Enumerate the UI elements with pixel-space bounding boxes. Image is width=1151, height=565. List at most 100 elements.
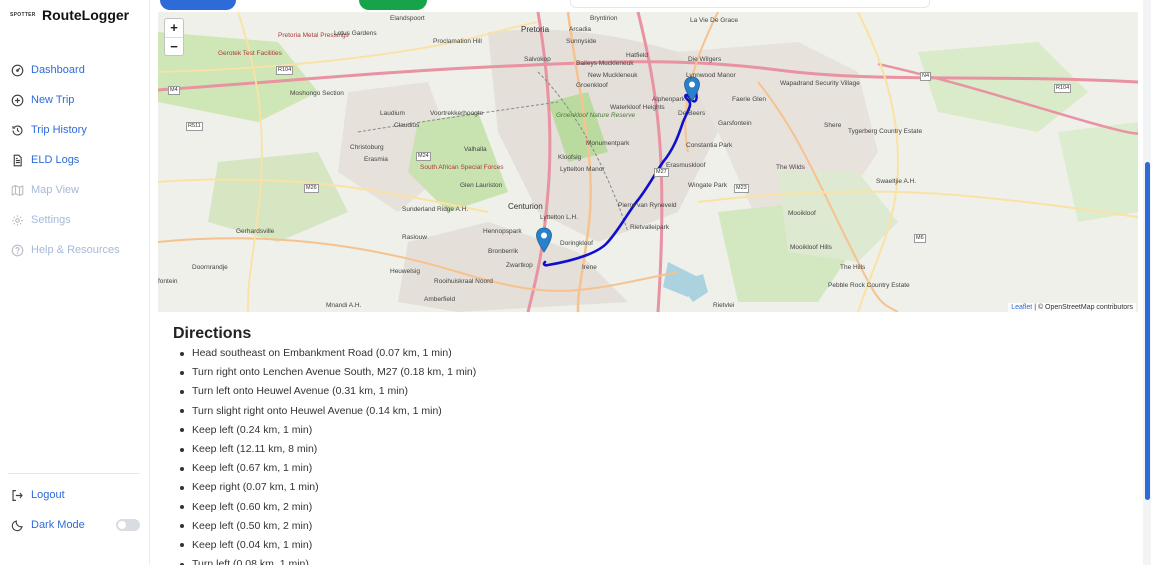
- app-root: SPOTTER RouteLogger Dashboard New Trip T…: [0, 0, 1151, 565]
- sidebar-item-label: Trip History: [31, 124, 87, 136]
- map-label: The Hills: [840, 264, 866, 271]
- page-scrollbar[interactable]: [1143, 0, 1151, 565]
- map-label: Sunderland Ridge A.H.: [402, 206, 469, 213]
- map-label: Christoburg: [350, 144, 384, 151]
- sidebar-item-new-trip[interactable]: New Trip: [10, 85, 120, 115]
- map-label: The Wilds: [776, 164, 805, 171]
- map-label: Lyttelton L.H.: [540, 214, 579, 221]
- sidebar-item-help[interactable]: Help & Resources: [10, 235, 120, 265]
- map-label: Pierre van Ryneveld: [618, 202, 677, 209]
- map-label: fontein: [158, 278, 178, 285]
- osm-attribution: | © OpenStreetMap contributors: [1032, 304, 1133, 311]
- road-shield: N4: [920, 72, 932, 81]
- sidebar-item-label: Map View: [31, 184, 80, 196]
- map-label: Mooikloof: [788, 210, 816, 217]
- map-label: Die Wilgers: [688, 56, 722, 63]
- map-label: Alphenpark: [652, 96, 685, 103]
- top-summary-card: [570, 0, 930, 8]
- road-shield: R511: [186, 122, 203, 131]
- map-label: Pretoria: [521, 25, 550, 34]
- map-label: Hennopspark: [483, 228, 522, 235]
- direction-step: Head southeast on Embankment Road (0.07 …: [180, 344, 476, 363]
- map-label: Waterkloof Heights: [610, 104, 665, 111]
- sidebar-item-dashboard[interactable]: Dashboard: [10, 55, 120, 85]
- direction-step: Keep left (0.60 km, 2 min): [180, 498, 476, 517]
- top-success-button[interactable]: [359, 0, 427, 10]
- map-label: Faerie Glen: [732, 96, 766, 103]
- map-label: Wapadrand Security Village: [780, 80, 860, 87]
- map-label: Valhalla: [464, 146, 487, 153]
- sidebar-item-map-view[interactable]: Map View: [10, 175, 120, 205]
- map-label: Mnandi A.H.: [326, 302, 362, 309]
- road-shield: M27: [654, 168, 669, 177]
- map-label: Laudium: [380, 110, 405, 117]
- map-label: Proclamation Hill: [433, 38, 482, 45]
- brand[interactable]: SPOTTER RouteLogger: [10, 7, 129, 23]
- map-label: Mooikloof Hills: [790, 244, 832, 251]
- route-map[interactable]: Elandspoort Bryntirion La Vie De Grace P…: [158, 12, 1138, 312]
- sidebar-item-label: Settings: [31, 214, 71, 226]
- dark-mode-toggle[interactable]: [116, 519, 140, 531]
- road-shield: M26: [304, 184, 319, 193]
- map-label: Doringkloof: [560, 240, 593, 247]
- map-label: Wingate Park: [688, 182, 728, 189]
- logout-icon: [10, 488, 24, 502]
- map-label: Doornrandje: [192, 264, 228, 271]
- map-label: Groenkloof: [576, 82, 608, 89]
- help-icon: [10, 243, 24, 257]
- map-label: Hatfield: [626, 52, 649, 59]
- map-label: Lynnwood Manor: [686, 72, 736, 79]
- gauge-icon: [10, 63, 24, 77]
- directions-list: Head southeast on Embankment Road (0.07 …: [180, 344, 476, 565]
- sidebar: SPOTTER RouteLogger Dashboard New Trip T…: [0, 0, 150, 565]
- road-shield: M23: [734, 184, 749, 193]
- zoom-control: + −: [164, 18, 184, 56]
- direction-step: Keep left (12.11 km, 8 min): [180, 440, 476, 459]
- map-label: Irene: [582, 264, 597, 271]
- zoom-out-button[interactable]: −: [165, 37, 183, 55]
- zoom-in-button[interactable]: +: [165, 19, 183, 37]
- end-marker-icon[interactable]: [683, 76, 701, 102]
- sidebar-item-eld-logs[interactable]: ELD Logs: [10, 145, 120, 175]
- map-label: Erasmia: [364, 156, 388, 163]
- map-label: Rietvlei: [713, 302, 735, 309]
- map-label: Gerotek Test Facilities: [218, 50, 282, 57]
- direction-step: Keep left (0.24 km, 1 min): [180, 421, 476, 440]
- brand-logo: SPOTTER: [10, 12, 36, 18]
- road-shield: M24: [416, 152, 431, 161]
- sidebar-item-label: Help & Resources: [31, 244, 120, 256]
- direction-step: Keep left (0.67 km, 1 min): [180, 459, 476, 478]
- sidebar-item-label: New Trip: [31, 94, 75, 106]
- moon-icon: [10, 518, 24, 532]
- start-marker-icon[interactable]: [535, 227, 553, 253]
- sidebar-nav: Dashboard New Trip Trip History ELD Logs: [10, 55, 120, 265]
- direction-step: Turn left onto Heuwel Avenue (0.31 km, 1…: [180, 382, 476, 401]
- document-icon: [10, 153, 24, 167]
- sidebar-divider: [8, 473, 140, 474]
- top-primary-button[interactable]: [160, 0, 236, 10]
- sidebar-item-trip-history[interactable]: Trip History: [10, 115, 120, 145]
- sidebar-item-label: Dashboard: [31, 64, 85, 76]
- leaflet-link[interactable]: Leaflet: [1011, 304, 1032, 311]
- road-shield: R104: [1054, 84, 1072, 93]
- map-label: Raslouw: [402, 234, 427, 241]
- scrollbar-thumb[interactable]: [1145, 162, 1150, 500]
- map-label: Elandspoort: [390, 15, 425, 22]
- dark-mode-row: Dark Mode: [10, 515, 85, 535]
- map-icon: [10, 183, 24, 197]
- map-label: Tygerberg Country Estate: [848, 128, 923, 135]
- gear-icon: [10, 213, 24, 227]
- map-label: Rietvalleipark: [630, 224, 670, 231]
- map-label: Moshongo Section: [290, 90, 344, 97]
- map-attribution: Leaflet | © OpenStreetMap contributors: [1008, 303, 1136, 312]
- history-icon: [10, 123, 24, 137]
- sidebar-item-settings[interactable]: Settings: [10, 205, 120, 235]
- map-label: New Muckleneuk: [588, 72, 638, 79]
- map-label: Groenkloof Nature Reserve: [556, 112, 636, 119]
- logout-button[interactable]: Logout: [10, 485, 65, 505]
- map-label: Claudius: [394, 122, 420, 129]
- map-label: De Beers: [678, 110, 706, 117]
- road-shield: R104: [276, 66, 294, 75]
- direction-step: Keep right (0.07 km, 1 min): [180, 478, 476, 497]
- map-label: Sunnyside: [566, 38, 597, 45]
